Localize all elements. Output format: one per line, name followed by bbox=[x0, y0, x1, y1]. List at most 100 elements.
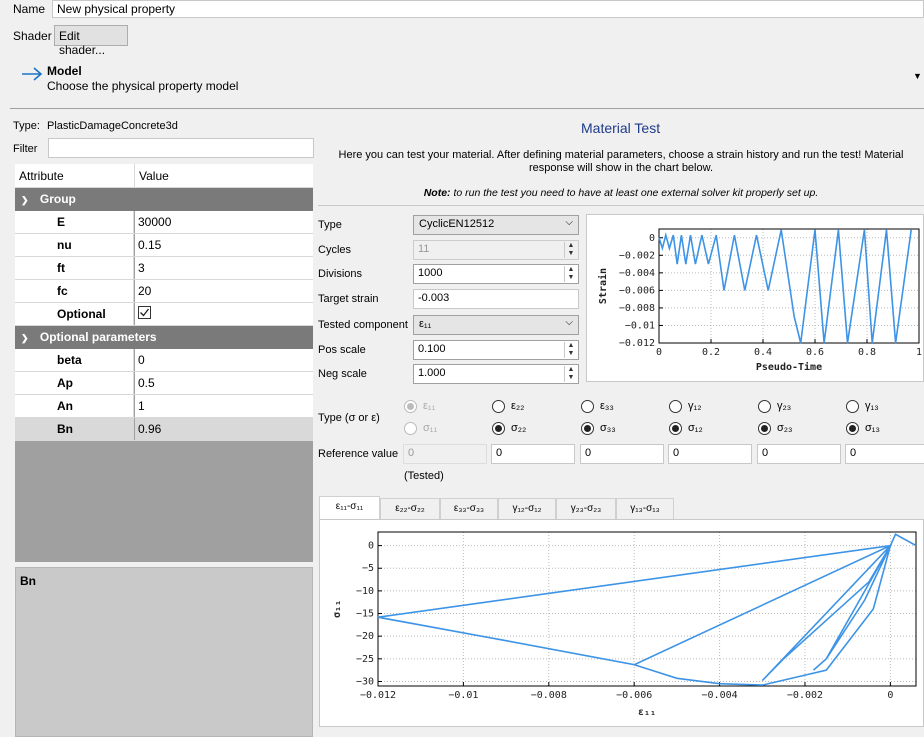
optional-checkbox-cell[interactable] bbox=[135, 303, 313, 325]
type-field-label: Type bbox=[318, 219, 342, 231]
attr-name: Optional bbox=[15, 303, 134, 325]
y-tick-label: −15 bbox=[356, 609, 374, 620]
component-select[interactable]: ε₁₁ ⌵ bbox=[413, 315, 579, 335]
target-strain-input[interactable]: -0.003 bbox=[413, 289, 579, 309]
attr-value[interactable]: 20 bbox=[135, 280, 313, 302]
radio-sigma-4[interactable] bbox=[669, 422, 682, 435]
chevron-down-icon[interactable]: ▼ bbox=[913, 71, 922, 81]
attr-name: fc bbox=[15, 280, 134, 302]
radio-sigma-2[interactable] bbox=[492, 422, 505, 435]
strain-history-plot: 0 0.2 0.4 0.6 0.8 1 0 −0.002 −0.004 −0.006 −0.008 −… bbox=[597, 228, 922, 373]
target-strain-label: Target strain bbox=[318, 293, 379, 305]
group-row[interactable]: ❯ Group bbox=[15, 188, 313, 211]
radio-sigma-label: σ₃₃ bbox=[600, 422, 616, 434]
attr-value[interactable]: 0.15 bbox=[135, 234, 313, 256]
table-row[interactable]: E 30000 bbox=[15, 211, 313, 234]
x-tick-label: 1 bbox=[916, 347, 922, 358]
reference-value-input-2[interactable]: 0 bbox=[491, 444, 575, 464]
x-tick-label: 0 bbox=[656, 347, 662, 358]
radio-eps-3[interactable] bbox=[581, 400, 594, 413]
pos-scale-spinbox[interactable]: 0.100 ▲ ▼ bbox=[413, 340, 579, 360]
attr-name: E bbox=[15, 211, 134, 233]
table-row[interactable]: beta 0 bbox=[15, 349, 313, 372]
y-tick-label: −5 bbox=[362, 563, 374, 574]
neg-scale-spinbox[interactable]: 1.000 ▲ ▼ bbox=[413, 364, 579, 384]
table-row[interactable]: fc 20 bbox=[15, 280, 313, 303]
reference-value-input-1: 0 bbox=[403, 444, 487, 464]
radio-eps-2[interactable] bbox=[492, 400, 505, 413]
note-bold: Note: bbox=[423, 187, 451, 199]
radio-eps-label: ε₂₂ bbox=[511, 400, 525, 412]
edit-shader-button[interactable]: Edit shader... bbox=[54, 25, 128, 57]
radio-sigma-label: σ₁₃ bbox=[865, 422, 880, 434]
reference-value-input-6[interactable]: 0 bbox=[845, 444, 924, 464]
tab-4[interactable]: γ₁₂-σ₁₂ bbox=[498, 498, 556, 519]
radio-sigma-6[interactable] bbox=[846, 422, 859, 435]
checkbox-checked-icon[interactable] bbox=[138, 306, 151, 319]
chevron-down-icon: ⌵ bbox=[565, 317, 573, 328]
spin-arrows-icon[interactable]: ▲ ▼ bbox=[564, 342, 577, 358]
component-select-value: ε₁₁ bbox=[419, 318, 432, 330]
component-label: Tested component bbox=[318, 319, 408, 331]
attr-value[interactable]: 0.96 bbox=[135, 418, 313, 440]
table-row[interactable]: nu 0.15 bbox=[15, 234, 313, 257]
reference-value-input-4[interactable]: 0 bbox=[668, 444, 752, 464]
radio-sigma-3[interactable] bbox=[581, 422, 594, 435]
cycles-label: Cycles bbox=[318, 244, 352, 256]
tab-5[interactable]: γ₂₃-σ₂₃ bbox=[556, 498, 616, 519]
tab-2[interactable]: ε₂₂-σ₂₂ bbox=[380, 498, 440, 519]
y-tick-label: −10 bbox=[356, 586, 374, 597]
spin-arrows-icon[interactable]: ▲ ▼ bbox=[564, 366, 577, 382]
radio-sigma-1[interactable] bbox=[404, 422, 417, 435]
type-label: Type: bbox=[13, 120, 40, 132]
radio-sigma-label: σ₁₂ bbox=[688, 422, 703, 434]
name-label: Name bbox=[13, 2, 46, 16]
col-value: Value bbox=[139, 169, 169, 183]
group-row[interactable]: ❯ Optional parameters bbox=[15, 326, 313, 349]
radio-eps-1[interactable] bbox=[404, 400, 417, 413]
tab-3[interactable]: ε₃₃-σ₃₃ bbox=[440, 498, 498, 519]
radio-eps-6[interactable] bbox=[846, 400, 859, 413]
reference-value-input-3[interactable]: 0 bbox=[580, 444, 664, 464]
attr-value[interactable]: 0.5 bbox=[135, 372, 313, 394]
table-row[interactable]: An 1 bbox=[15, 395, 313, 418]
model-section[interactable]: Model Choose the physical property model… bbox=[10, 55, 924, 105]
intro-text: Here you can test your material. After d… bbox=[338, 149, 904, 174]
attr-name: Bn bbox=[15, 418, 134, 440]
attr-name: Ap bbox=[15, 372, 134, 394]
attr-value[interactable]: 3 bbox=[135, 257, 313, 279]
filter-input[interactable] bbox=[48, 138, 314, 158]
reference-value-input-5[interactable]: 0 bbox=[757, 444, 841, 464]
divisions-spinbox[interactable]: 1000 ▲ ▼ bbox=[413, 264, 579, 284]
note-line: Note: to run the test you need to have a… bbox=[318, 187, 924, 199]
table-row[interactable]: Optional bbox=[15, 303, 313, 326]
group-label: Group bbox=[39, 192, 76, 206]
table-row[interactable]: Ap 0.5 bbox=[15, 372, 313, 395]
type-select[interactable]: CyclicEN12512 ⌵ bbox=[413, 215, 579, 235]
spin-arrows-icon[interactable]: ▲ ▼ bbox=[564, 266, 577, 282]
attr-name: An bbox=[15, 395, 134, 417]
attr-name: ft bbox=[15, 257, 134, 279]
divisions-value: 1000 bbox=[418, 267, 443, 279]
filter-label: Filter bbox=[13, 143, 38, 155]
attr-value[interactable]: 1 bbox=[135, 395, 313, 417]
attr-value[interactable]: 30000 bbox=[135, 211, 313, 233]
radio-sigma-5[interactable] bbox=[758, 422, 771, 435]
y-tick-label: −20 bbox=[356, 631, 374, 642]
tab-6[interactable]: γ₁₃-σ₁₃ bbox=[616, 498, 674, 519]
radio-sigma-label: σ₂₂ bbox=[511, 422, 527, 434]
spin-arrows-icon[interactable]: ▲ ▼ bbox=[564, 242, 577, 258]
attr-value[interactable]: 0 bbox=[135, 349, 313, 371]
pos-scale-label: Pos scale bbox=[318, 344, 366, 356]
tab-1[interactable]: ε₁₁-σ₁₁ bbox=[319, 496, 380, 519]
cycles-spinbox[interactable]: 11 ▲ ▼ bbox=[413, 240, 579, 260]
radio-eps-5[interactable] bbox=[758, 400, 771, 413]
table-row[interactable]: ft 3 bbox=[15, 257, 313, 280]
type-value: PlasticDamageConcrete3d bbox=[47, 120, 178, 132]
x-tick-label: 0 bbox=[887, 690, 893, 701]
y-tick-label: −0.008 bbox=[619, 303, 655, 314]
radio-eps-4[interactable] bbox=[669, 400, 682, 413]
name-field[interactable]: New physical property bbox=[52, 0, 924, 18]
cycles-value: 11 bbox=[418, 243, 430, 255]
table-row-selected[interactable]: Bn 0.96 bbox=[15, 418, 313, 441]
